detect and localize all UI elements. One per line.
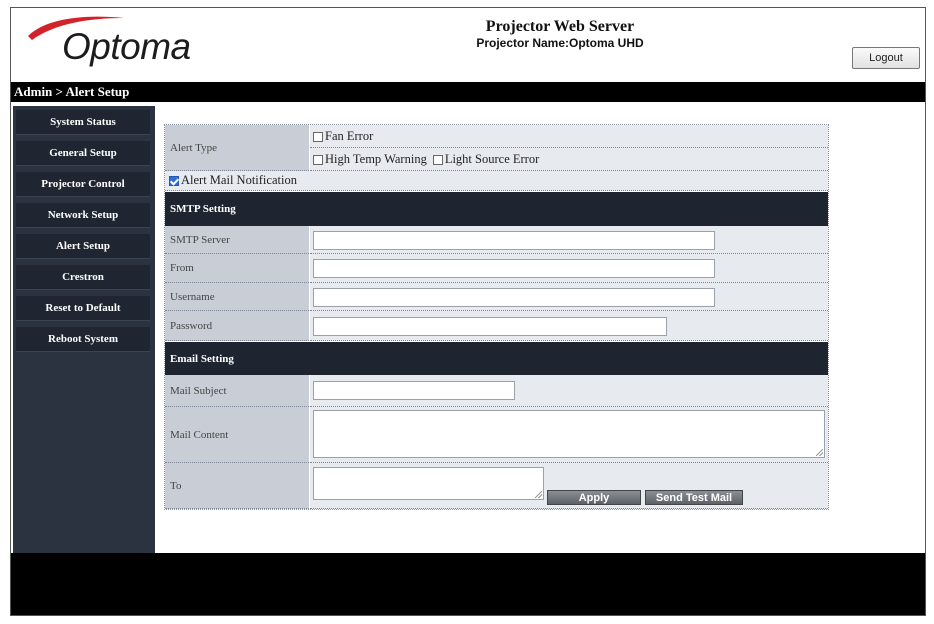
- smtp-server-label: SMTP Server: [165, 226, 309, 254]
- alert-setup-form: Alert Type Fan Error High Temp Warning L…: [164, 124, 829, 510]
- logout-button[interactable]: Logout: [852, 47, 920, 69]
- mail-subject-label: Mail Subject: [165, 375, 309, 407]
- smtp-setting-header: SMTP Setting: [165, 192, 828, 226]
- projector-name: Projector Name:Optoma UHD: [476, 36, 644, 50]
- high-temp-warning-checkbox[interactable]: [313, 154, 323, 165]
- mail-subject-input[interactable]: [313, 381, 515, 400]
- sidebar-item-reboot-system[interactable]: Reboot System: [16, 327, 150, 352]
- sidebar-item-reset-to-default[interactable]: Reset to Default: [16, 296, 150, 321]
- sidebar-item-projector-control[interactable]: Projector Control: [16, 172, 150, 197]
- alert-type-row-1: Fan Error: [310, 125, 828, 148]
- light-source-error-checkbox[interactable]: [432, 154, 443, 165]
- fan-error-label: Fan Error: [325, 129, 374, 143]
- username-cell: [310, 283, 828, 311]
- to-label: To: [165, 463, 309, 509]
- resize-grip-icon[interactable]: [816, 449, 823, 456]
- sidebar-item-crestron[interactable]: Crestron: [16, 265, 150, 290]
- sidebar-item-alert-setup[interactable]: Alert Setup: [16, 234, 150, 259]
- send-test-mail-button[interactable]: Send Test Mail: [645, 490, 743, 505]
- to-cell: Apply Send Test Mail: [310, 463, 828, 509]
- high-temp-warning-label: High Temp Warning: [325, 152, 427, 166]
- resize-grip-icon[interactable]: [535, 491, 542, 498]
- mail-content-label: Mail Content: [165, 407, 309, 463]
- from-cell: [310, 254, 828, 283]
- logo-text: Optoma: [62, 26, 191, 67]
- sidebar-item-general-setup[interactable]: General Setup: [16, 141, 150, 166]
- page-title: Projector Web Server: [485, 18, 635, 35]
- sidebar-item-network-setup[interactable]: Network Setup: [16, 203, 150, 228]
- password-input[interactable]: [313, 317, 667, 336]
- smtp-server-input[interactable]: [313, 231, 715, 250]
- alert-mail-row: Alert Mail Notification: [165, 171, 828, 191]
- from-label: From: [165, 254, 309, 283]
- light-source-error-label: Light Source Error: [444, 152, 540, 166]
- footer-bar: [11, 553, 925, 615]
- mail-content-textarea[interactable]: [313, 410, 825, 458]
- username-input[interactable]: [313, 288, 715, 307]
- alert-mail-notification-label: Alert Mail Notification: [181, 173, 297, 187]
- sidebar: System Status General Setup Projector Co…: [13, 106, 155, 553]
- password-label: Password: [165, 311, 309, 341]
- fan-error-checkbox[interactable]: [313, 131, 323, 142]
- alert-type-label: Alert Type: [165, 125, 309, 171]
- username-label: Username: [165, 283, 309, 311]
- mail-subject-cell: [310, 375, 828, 407]
- smtp-server-cell: [310, 226, 828, 254]
- email-setting-header: Email Setting: [165, 342, 828, 375]
- breadcrumb: Admin > Alert Setup: [11, 82, 925, 102]
- password-cell: [310, 311, 828, 341]
- sidebar-item-system-status[interactable]: System Status: [16, 110, 150, 135]
- alert-type-row-2: High Temp Warning Light Source Error: [310, 148, 828, 171]
- mail-content-cell: [310, 407, 828, 463]
- to-textarea[interactable]: [313, 467, 544, 500]
- from-input[interactable]: [313, 259, 715, 278]
- apply-button[interactable]: Apply: [547, 490, 641, 505]
- optoma-logo: Optoma: [22, 14, 212, 70]
- alert-mail-notification-checkbox[interactable]: [169, 175, 179, 186]
